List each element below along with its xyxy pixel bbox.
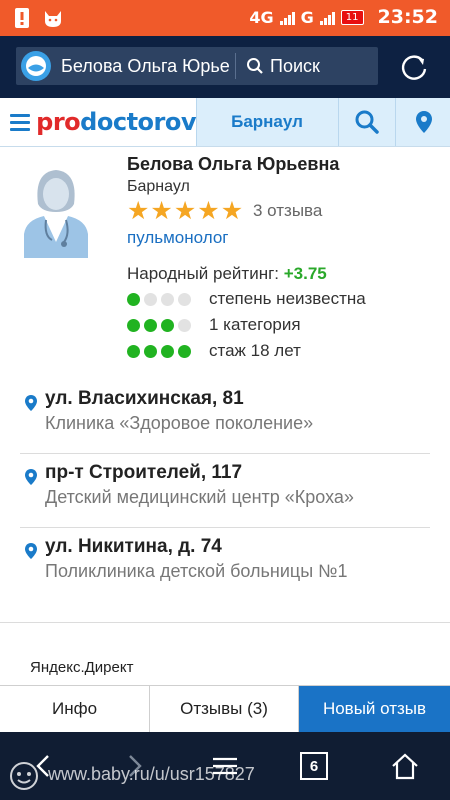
search-label: Поиск xyxy=(270,55,320,76)
star-icon: ★ xyxy=(127,197,150,225)
home-icon[interactable] xyxy=(389,750,421,782)
rating-label: Народный рейтинг: xyxy=(127,264,280,283)
location-button[interactable] xyxy=(395,98,450,146)
watermark-logo-icon xyxy=(10,762,38,790)
indicator-dots xyxy=(127,344,209,358)
reviews-count-link[interactable]: 3 отзыва xyxy=(253,201,322,221)
battery-icon: 11 xyxy=(340,9,364,25)
site-search-button[interactable] xyxy=(338,98,395,146)
status-bar: 4G G 11 23:52 xyxy=(0,0,450,36)
signal-2-icon xyxy=(319,9,335,25)
location-pin-icon xyxy=(25,395,37,411)
star-icon: ★ xyxy=(197,197,220,225)
site-favicon-icon xyxy=(21,51,51,81)
address-clinic: Клиника «Здоровое поколение» xyxy=(45,413,314,433)
address-street: пр-т Строителей, 117 xyxy=(45,462,243,483)
indicator-row: степень неизвестна xyxy=(127,286,366,312)
star-icon: ★ xyxy=(173,197,197,225)
new-review-button[interactable]: Новый отзыв xyxy=(299,686,450,732)
profile-tabs: Инфо Отзывы (3) Новый отзыв xyxy=(0,685,450,733)
city-selector[interactable]: Барнаул xyxy=(197,98,337,146)
star-icon: ★ xyxy=(220,197,244,225)
location-pin-icon xyxy=(25,543,37,559)
sim-alert-icon xyxy=(15,8,29,28)
site-header: prodoctorov Барнаул xyxy=(0,98,450,147)
location-pin-icon xyxy=(415,111,432,133)
menu-icon[interactable] xyxy=(10,113,31,131)
site-logo-block[interactable]: prodoctorov xyxy=(0,98,197,146)
doctor-avatar xyxy=(20,162,92,258)
indicator-dots xyxy=(127,292,209,306)
rating-value: +3.75 xyxy=(283,264,327,283)
address-divider xyxy=(235,53,236,79)
star-rating: ★ ★ ★ ★ ★ xyxy=(127,197,244,225)
divider xyxy=(20,453,430,454)
doctor-name: Белова Ольга Юрьевна xyxy=(127,154,340,174)
address-street: ул. Никитина, д. 74 xyxy=(45,536,222,557)
location-pin-icon xyxy=(25,469,37,485)
cat-app-icon xyxy=(45,11,61,27)
browser-search-button[interactable]: Поиск xyxy=(246,56,320,77)
tabs-counter-button[interactable]: 6 xyxy=(300,752,328,780)
site-logo[interactable]: prodoctorov xyxy=(36,108,196,136)
tab-info[interactable]: Инфо xyxy=(0,686,150,732)
indicator-label: степень неизвестна xyxy=(209,289,366,308)
browser-toolbar: Белова Ольга Юрьевна Поиск xyxy=(0,36,450,98)
address-item[interactable]: пр-т Строителей, 117 Детский медицинский… xyxy=(20,462,432,512)
address-clinic: Поликлиника детской больницы №1 xyxy=(45,561,348,581)
address-bar[interactable]: Белова Ольга Юрьевна Поиск xyxy=(16,47,378,85)
divider xyxy=(20,527,430,528)
indicator-row: стаж 18 лет xyxy=(127,338,366,364)
doctor-city: Барнаул xyxy=(127,178,190,195)
divider xyxy=(0,622,450,623)
clock: 23:52 xyxy=(377,6,438,28)
star-icon: ★ xyxy=(150,197,173,225)
indicator-label: стаж 18 лет xyxy=(209,341,301,360)
reload-icon[interactable] xyxy=(398,52,430,84)
search-icon xyxy=(247,58,263,74)
network-type: 4G xyxy=(249,7,274,27)
indicator-dots xyxy=(127,318,209,332)
tab-reviews[interactable]: Отзывы (3) xyxy=(150,686,299,732)
indicator-row: 1 категория xyxy=(127,312,366,338)
address-clinic: Детский медицинский центр «Кроха» xyxy=(45,487,354,507)
signal-icon xyxy=(279,9,295,25)
second-network-type: G xyxy=(300,7,314,27)
watermark-text: www.baby.ru/u/usr157827 xyxy=(48,764,255,784)
address-street: ул. Власихинская, 81 xyxy=(45,388,244,409)
doctor-indicators: степень неизвестна 1 категория стаж 18 л… xyxy=(127,286,366,364)
ad-label[interactable]: Яндекс.Директ xyxy=(30,659,133,676)
address-item[interactable]: ул. Власихинская, 81 Клиника «Здоровое п… xyxy=(20,388,432,438)
search-icon xyxy=(355,110,379,134)
indicator-label: 1 категория xyxy=(209,315,301,334)
url-text[interactable]: Белова Ольга Юрьевна xyxy=(61,56,231,77)
address-item[interactable]: ул. Никитина, д. 74 Поликлиника детской … xyxy=(20,536,432,586)
folk-rating: Народный рейтинг: +3.75 xyxy=(127,264,327,284)
specialty-link[interactable]: пульмонолог xyxy=(127,228,229,248)
